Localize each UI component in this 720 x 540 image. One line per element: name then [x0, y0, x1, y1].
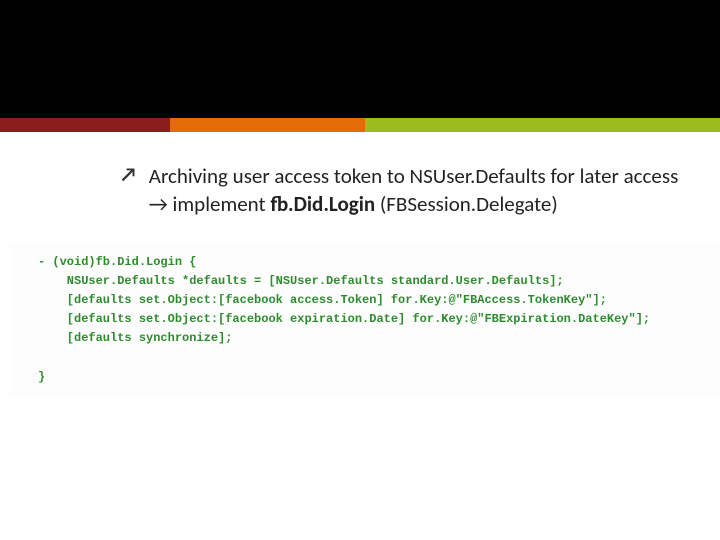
- bullet-part-3: (FBSession.Delegate): [375, 191, 558, 217]
- bullet-part-2: implement: [168, 191, 271, 217]
- accent-bar-orange: [170, 118, 365, 132]
- bullet-arrow-icon: ↗: [120, 162, 137, 188]
- accent-bar-green: [365, 118, 720, 132]
- code-line-4: [defaults set.Object:[facebook expiratio…: [38, 312, 650, 326]
- bullet-text: Archiving user access token to NSUser.De…: [149, 162, 680, 219]
- code-line-2: NSUser.Defaults *defaults = [NSUser.Defa…: [38, 274, 564, 288]
- code-snippet: - (void)fb.Did.Login { NSUser.Defaults *…: [10, 245, 720, 395]
- code-line-3: [defaults set.Object:[facebook access.To…: [38, 293, 607, 307]
- bullet-bold: fb.Did.Login: [270, 191, 375, 217]
- code-line-1: - (void)fb.Did.Login {: [38, 255, 196, 269]
- code-line-6: }: [38, 370, 45, 384]
- slide-body: ↗ Archiving user access token to NSUser.…: [0, 132, 720, 395]
- bullet-part-1: Archiving user access token to NSUser.De…: [149, 163, 678, 189]
- inline-arrow-icon: →: [149, 191, 168, 217]
- accent-bar-red: [0, 118, 170, 132]
- slide-header: [0, 0, 720, 118]
- accent-bar: [0, 118, 720, 132]
- code-line-5: [defaults synchronize];: [38, 331, 232, 345]
- bullet-item: ↗ Archiving user access token to NSUser.…: [120, 162, 680, 219]
